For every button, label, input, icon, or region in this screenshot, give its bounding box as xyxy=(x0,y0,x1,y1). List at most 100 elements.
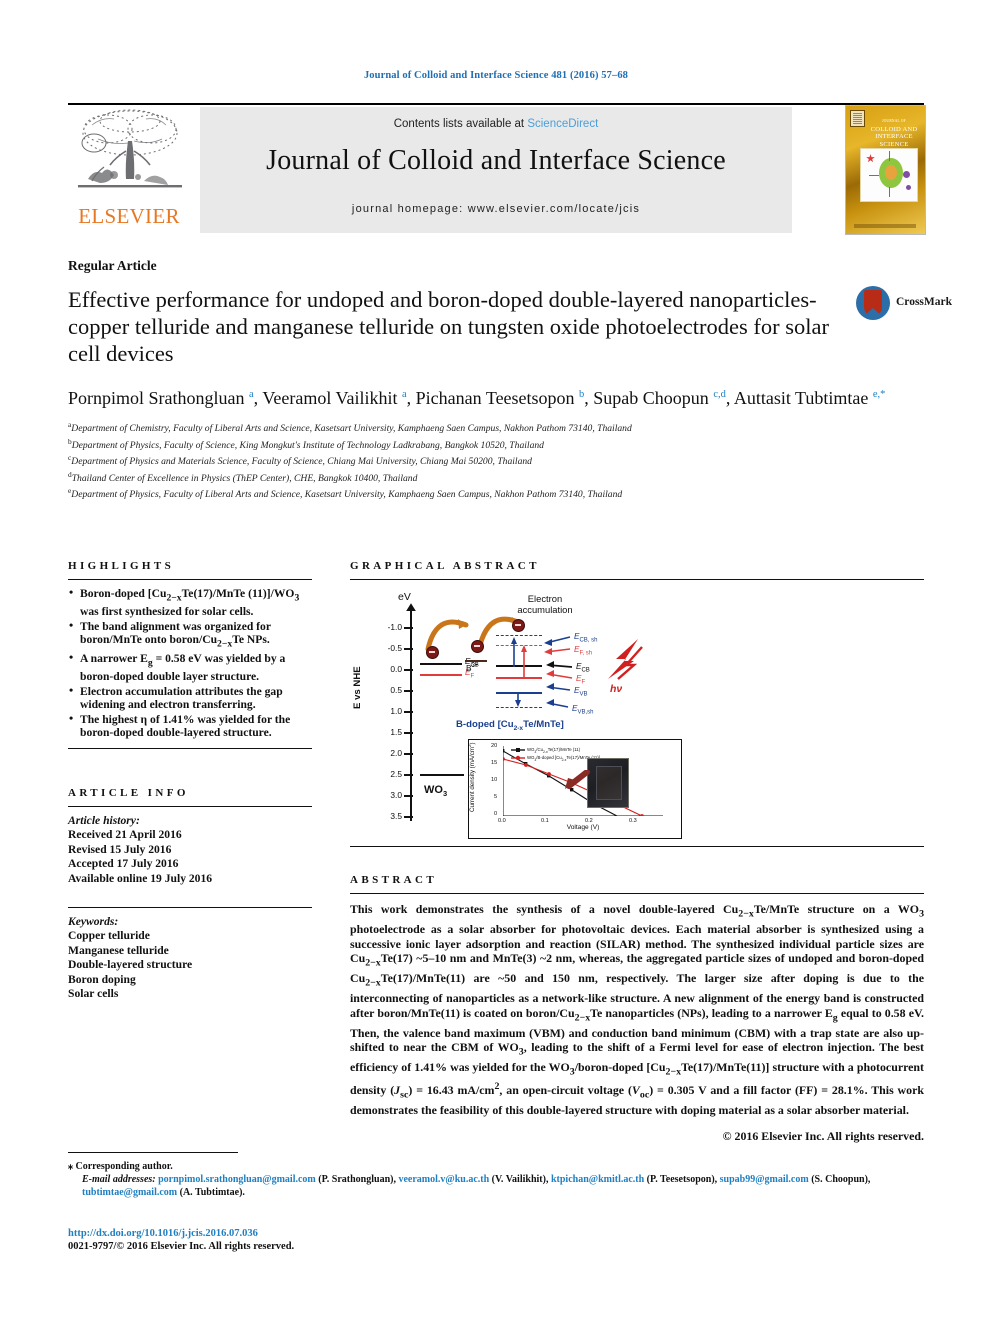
electron-icon xyxy=(426,646,439,660)
article-info-spacer xyxy=(68,886,312,900)
affiliation-text: Department of Physics, Faculty of Libera… xyxy=(71,489,623,501)
abstract-rule xyxy=(350,893,924,895)
level-label-ef-mnte: EF xyxy=(576,674,586,686)
keywords-block: Keywords: Copper telluride Manganese tel… xyxy=(68,915,312,1001)
elsevier-tree-icon xyxy=(74,107,186,203)
axis-tick xyxy=(404,732,413,734)
article-info-heading: ARTICLE INFO xyxy=(68,786,189,799)
abstract-copyright: © 2016 Elsevier Inc. All rights reserved… xyxy=(722,1128,924,1143)
history-accepted: Accepted 17 July 2016 xyxy=(68,857,179,871)
energy-axis-label: E vs NHE xyxy=(352,666,363,710)
axis-tick xyxy=(404,753,413,755)
affiliation-text: Department of Chemistry, Faculty of Libe… xyxy=(71,423,632,435)
right-column: GRAPHICAL ABSTRACT eV E vs NHE -1.0 -0.5… xyxy=(350,560,924,1144)
axis-tick-label: 0.0 xyxy=(390,664,402,675)
email-addresses-note: E-mail addresses: pornpimol.srathongluan… xyxy=(82,1174,871,1198)
axis-tick xyxy=(404,669,413,671)
cover-particle-icon xyxy=(903,171,910,178)
elsevier-logo: ELSEVIER xyxy=(68,107,190,233)
photon-label: hν xyxy=(610,683,623,696)
email-person: (S. Choopun) xyxy=(811,1174,868,1185)
keyword-item: Manganese telluride xyxy=(68,943,169,957)
axis-tick-label: 2.0 xyxy=(390,748,402,759)
cover-elsevier-mark-icon xyxy=(850,110,865,127)
graphical-abstract-figure: eV E vs NHE -1.0 -0.5 0.0 0.5 1.0 1.5 2.… xyxy=(350,589,924,840)
affiliation-item: eDepartment of Physics, Faculty of Liber… xyxy=(68,485,928,502)
email-link[interactable]: pornpimol.srathongluan@gmail.com xyxy=(158,1174,316,1185)
email-link[interactable]: ktpichan@kmitl.ac.th xyxy=(551,1174,644,1185)
article-type-label: Regular Article xyxy=(68,258,157,273)
abstract-text: This work demonstrates the synthesis of … xyxy=(350,902,925,1118)
cover-journal-kicker: JOURNAL OF xyxy=(882,119,906,123)
email-person: (V. Vailikhit) xyxy=(491,1174,546,1185)
doi-block: http://dx.doi.org/10.1016/j.jcis.2016.07… xyxy=(68,1228,940,1252)
device-photo xyxy=(587,758,629,809)
cover-artwork xyxy=(860,148,918,202)
cover-journal-title: JOURNAL OF COLLOID AND INTERFACE SCIENCE xyxy=(866,118,922,148)
affiliation-item: dThailand Center of Excellence in Physic… xyxy=(68,469,928,486)
energy-band-diagram: eV E vs NHE -1.0 -0.5 0.0 0.5 1.0 1.5 2.… xyxy=(352,591,682,840)
elsevier-wordmark: ELSEVIER xyxy=(78,204,180,228)
keyword-item: Boron doping xyxy=(68,972,136,986)
article-first-page: Journal of Colloid and Interface Science… xyxy=(0,0,992,1323)
article-info-rule xyxy=(68,805,312,807)
issn-copyright-line: 0021-9797/© 2016 Elsevier Inc. All right… xyxy=(68,1241,295,1252)
boron-dopant-label: B3+ xyxy=(466,663,479,674)
running-head: Journal of Colloid and Interface Science… xyxy=(363,70,629,81)
corresponding-author-text: Corresponding author. xyxy=(75,1161,173,1172)
doi-link[interactable]: http://dx.doi.org/10.1016/j.jcis.2016.07… xyxy=(68,1228,940,1239)
column-spacer xyxy=(350,847,924,874)
history-online: Available online 19 July 2016 xyxy=(68,871,213,885)
axis-tick xyxy=(404,690,413,692)
masthead-banner: Contents lists available at ScienceDirec… xyxy=(200,107,792,233)
journal-cover-thumbnail: JOURNAL OF COLLOID AND INTERFACE SCIENCE xyxy=(845,105,926,235)
axis-tick-label: 1.5 xyxy=(390,727,402,738)
column-spacer xyxy=(68,749,312,787)
sciencedirect-link[interactable]: ScienceDirect xyxy=(527,118,598,130)
pointer-arrow-icon xyxy=(565,770,590,790)
crossmark-icon xyxy=(856,286,890,320)
cover-footer-bar xyxy=(854,224,916,228)
photon-flash-icon xyxy=(608,639,643,681)
affiliation-item: aDepartment of Chemistry, Faculty of Lib… xyxy=(68,419,928,436)
level-label-evb-mnte: EVB xyxy=(574,686,588,698)
keyword-item: Solar cells xyxy=(68,986,119,1000)
email-link[interactable]: supab99@gmail.com xyxy=(720,1174,809,1185)
crossmark-badge[interactable]: CrossMark xyxy=(856,286,966,324)
jv-legend-item-undoped: WO3/Cu2-xTe(17)/MnTe (11) xyxy=(527,747,581,755)
jv-y-tick-label: 15 xyxy=(491,760,498,767)
article-history-label: Article history: xyxy=(68,813,140,827)
level-ecb-cu xyxy=(420,663,462,666)
level-trap-state xyxy=(465,660,487,663)
axis-tick-label: -0.5 xyxy=(387,643,402,654)
level-label-ecb-mnte: ECB xyxy=(576,662,590,674)
keywords-rule xyxy=(68,906,312,908)
jv-y-tick-label: 10 xyxy=(491,777,498,784)
jv-y-tick-label: 20 xyxy=(491,743,498,750)
jv-y-axis-label: Current density (mA/cm2) xyxy=(467,742,477,813)
journal-title: Journal of Colloid and Interface Science xyxy=(266,145,726,176)
list-item: Electron accumulation attributes the gap… xyxy=(68,683,312,712)
journal-homepage-link[interactable]: journal homepage: www.elsevier.com/locat… xyxy=(200,203,792,215)
jv-x-tick-label: 0.0 xyxy=(498,818,506,825)
axis-tick xyxy=(404,648,413,650)
email-link[interactable]: tubtimtae@gmail.com xyxy=(82,1187,177,1198)
axis-tick xyxy=(404,795,413,797)
energy-axis-line xyxy=(410,607,412,822)
energy-axis-arrow-icon xyxy=(406,603,416,612)
history-revised: Revised 15 July 2016 xyxy=(68,842,172,856)
footnotes: ⁎ Corresponding author. E-mail addresses… xyxy=(68,1160,940,1199)
article-history-block: Article history: Received 21 April 2016 … xyxy=(68,814,312,886)
email-link[interactable]: veeramol.v@ku.ac.th xyxy=(398,1174,489,1185)
jv-x-axis-label: Voltage (V) xyxy=(566,824,600,832)
axis-tick xyxy=(404,816,413,818)
axis-tick xyxy=(404,711,413,713)
band-transition-arrows-icon xyxy=(511,637,527,708)
affiliation-text: Department of Physics and Materials Scie… xyxy=(71,456,532,468)
history-received: Received 21 April 2016 xyxy=(68,828,182,842)
keyword-item: Copper telluride xyxy=(68,929,150,943)
jv-x-tick-label: 0.3 xyxy=(629,818,637,825)
cover-connector xyxy=(889,187,890,197)
cover-connector xyxy=(869,175,879,176)
wo3-label: WO3 xyxy=(424,784,448,799)
